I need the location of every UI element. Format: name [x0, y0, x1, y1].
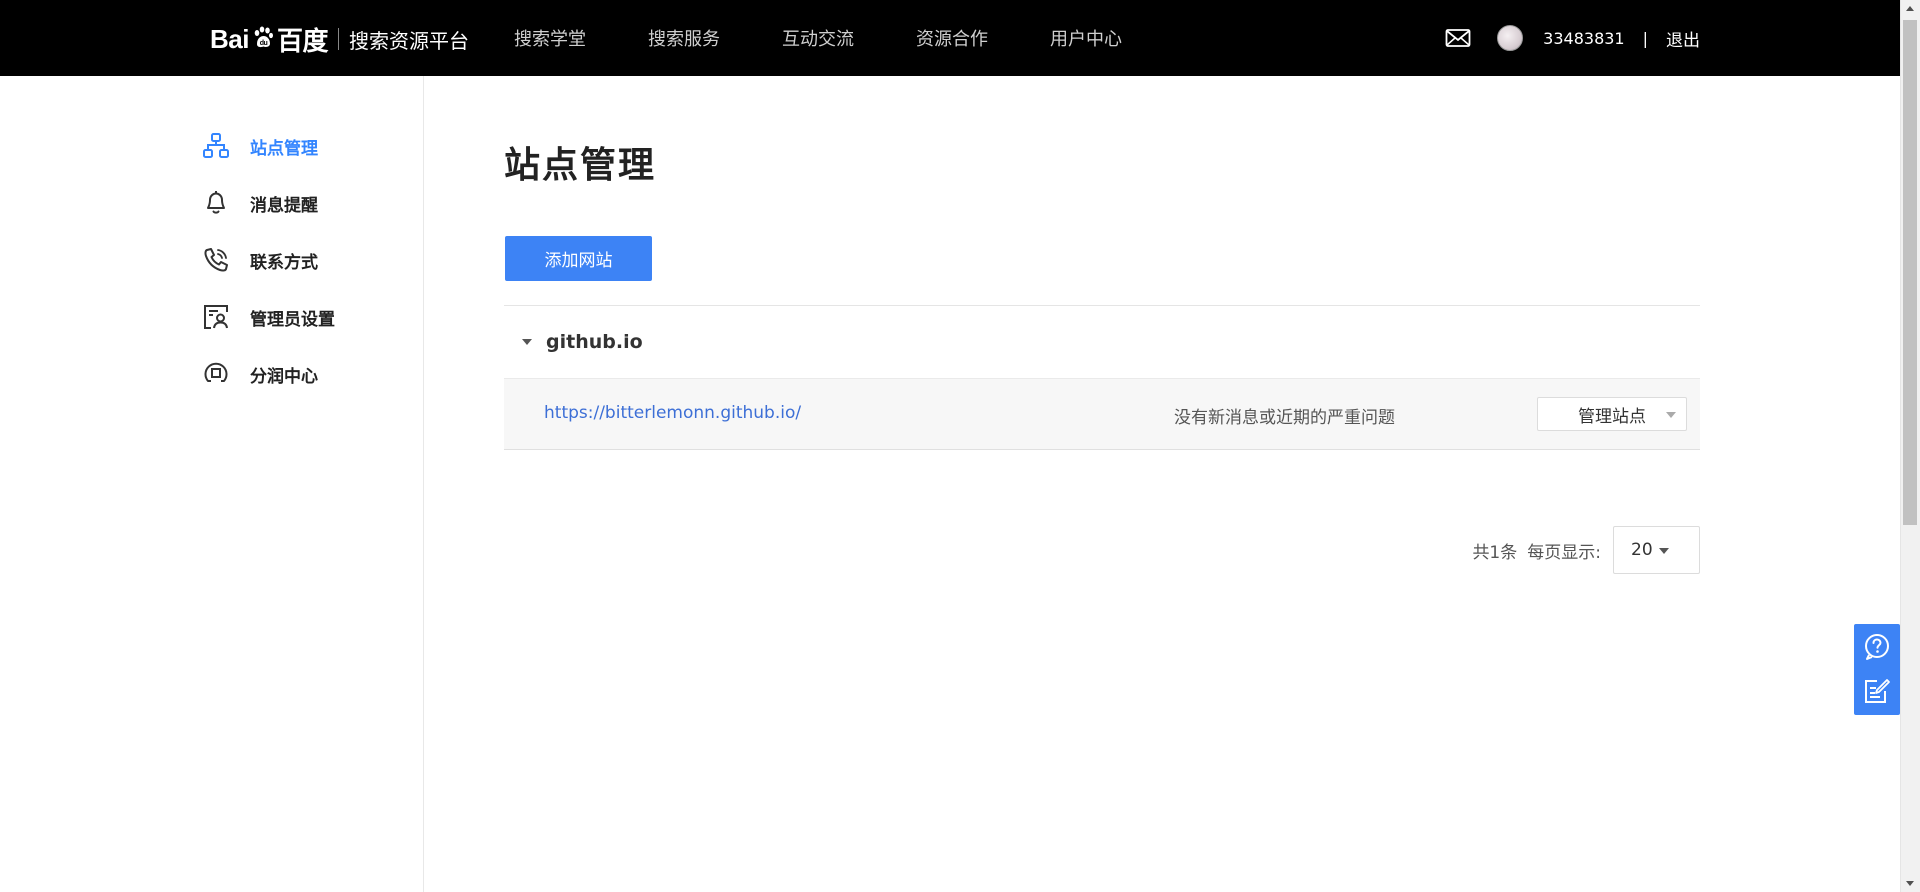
- site-row: https://bitterlemonn.github.io/ 没有新消息或近期…: [504, 378, 1700, 450]
- revenue-icon: [204, 362, 228, 382]
- sidebar-item-revenue-center[interactable]: 分润中心: [202, 359, 318, 389]
- sidebar-item-label: 管理员设置: [250, 309, 335, 330]
- logo-divider: [337, 28, 339, 50]
- logo-wordmark: Bai du 百度: [210, 21, 328, 58]
- vertical-scrollbar[interactable]: [1900, 0, 1920, 892]
- sidebar-item-notifications[interactable]: 消息提醒: [202, 188, 318, 218]
- avatar[interactable]: [1497, 25, 1524, 51]
- scroll-down-arrow-icon[interactable]: [1900, 874, 1920, 892]
- sidebar: 站点管理 消息提醒 联系方式 管理员设置 分润中心: [0, 76, 424, 892]
- caret-down-icon: [522, 339, 532, 345]
- sidebar-item-label: 消息提醒: [250, 195, 318, 216]
- page-title: 站点管理: [504, 145, 657, 186]
- per-page-value: 20: [1631, 540, 1653, 560]
- floating-toolbar: [1854, 624, 1900, 715]
- per-page-select[interactable]: 20: [1613, 526, 1700, 574]
- nav-item-search-services[interactable]: 搜索服务: [648, 25, 720, 51]
- sidebar-item-label: 站点管理: [250, 138, 318, 159]
- sidebar-item-contact[interactable]: 联系方式: [202, 245, 318, 275]
- paw-icon: du: [254, 26, 273, 48]
- pagination: 共1条 每页显示: 20: [1472, 526, 1700, 574]
- pagination-total: 共1条: [1472, 542, 1518, 563]
- user-area: 33483831 | 退出: [1445, 0, 1700, 76]
- help-icon[interactable]: [1863, 633, 1891, 661]
- admin-icon: [204, 305, 228, 329]
- nav-item-community[interactable]: 互动交流: [782, 25, 854, 51]
- site-status-text: 没有新消息或近期的严重问题: [1174, 408, 1395, 428]
- phone-icon: [204, 248, 228, 272]
- site-group-header[interactable]: github.io: [504, 306, 1700, 378]
- sidebar-item-admin-settings[interactable]: 管理员设置: [202, 302, 335, 332]
- scrollbar-thumb[interactable]: [1903, 20, 1917, 525]
- baidu-logo[interactable]: Bai du 百度 搜索资源平台: [210, 22, 469, 56]
- sidebar-item-label: 分润中心: [250, 366, 318, 387]
- site-url-link[interactable]: https://bitterlemonn.github.io/: [544, 403, 801, 423]
- top-nav: 搜索学堂 搜索服务 互动交流 资源合作 用户中心: [514, 0, 1184, 76]
- top-header: Bai du 百度 搜索资源平台 搜索学堂 搜索服务 互动交流 资源合作 用户中…: [0, 0, 1900, 76]
- platform-title: 搜索资源平台: [348, 28, 469, 53]
- header-separator: |: [1642, 28, 1648, 48]
- mail-icon[interactable]: [1445, 28, 1471, 48]
- manage-site-dropdown[interactable]: 管理站点: [1537, 397, 1687, 431]
- feedback-icon[interactable]: [1863, 677, 1891, 705]
- per-page-label: 每页显示:: [1527, 542, 1601, 563]
- sidebar-item-site-management[interactable]: 站点管理: [202, 131, 318, 161]
- manage-site-label: 管理站点: [1578, 406, 1646, 427]
- nav-item-search-academy[interactable]: 搜索学堂: [514, 25, 586, 51]
- sitemap-icon: [203, 133, 229, 158]
- sidebar-item-label: 联系方式: [250, 252, 318, 273]
- chevron-down-icon: [1659, 548, 1669, 554]
- scroll-up-arrow-icon[interactable]: [1900, 0, 1920, 18]
- svg-text:du: du: [260, 40, 268, 47]
- logout-link[interactable]: 退出: [1666, 26, 1700, 51]
- bell-icon: [207, 191, 225, 214]
- username[interactable]: 33483831: [1543, 29, 1624, 48]
- nav-item-resource-cooperation[interactable]: 资源合作: [916, 25, 988, 51]
- nav-item-user-center[interactable]: 用户中心: [1050, 25, 1122, 51]
- add-website-button[interactable]: 添加网站: [505, 236, 652, 281]
- site-group-name: github.io: [546, 331, 643, 353]
- chevron-down-icon: [1666, 412, 1676, 418]
- logo-text-left: Bai: [210, 23, 249, 54]
- logo-text-right: 百度: [276, 25, 329, 56]
